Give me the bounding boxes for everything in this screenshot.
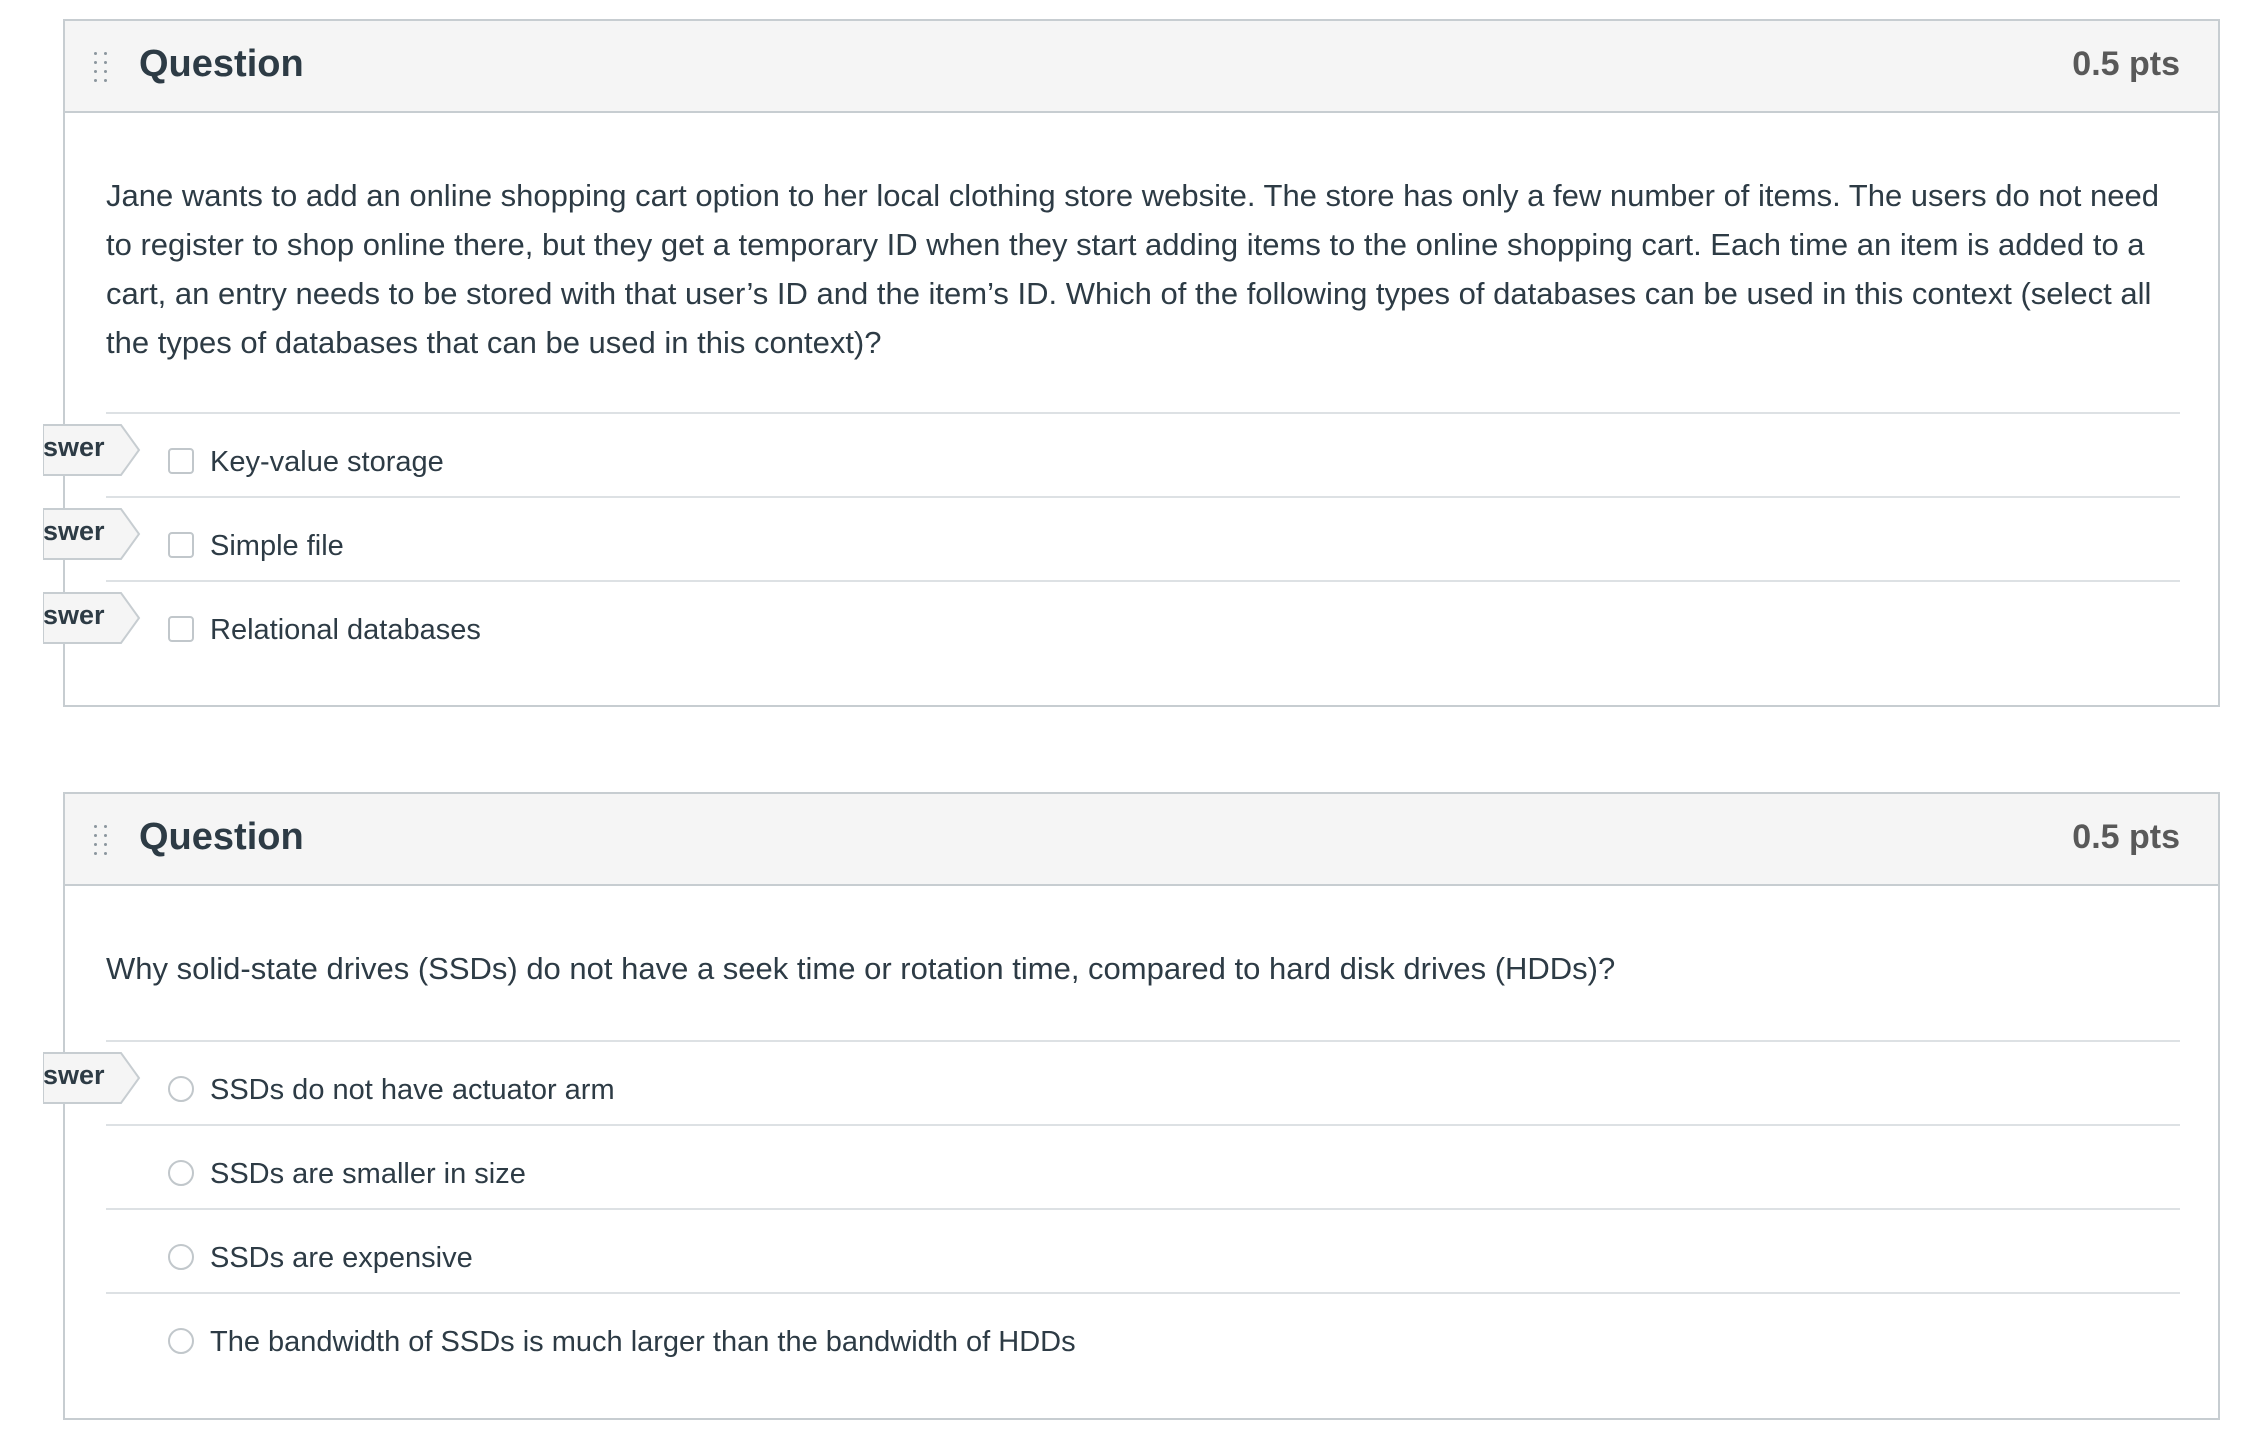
radio-icon[interactable] <box>168 1160 194 1186</box>
answer-label: SSDs are expensive <box>210 1242 473 1274</box>
answer-flag: swer <box>43 424 141 476</box>
answer-label: SSDs do not have actuator arm <box>210 1074 615 1106</box>
drag-handle-icon[interactable] <box>93 824 109 858</box>
radio-icon[interactable] <box>168 1244 194 1270</box>
answer-label: SSDs are smaller in size <box>210 1158 526 1190</box>
answer-list: swer SSDs do not have actuator arm SSDs … <box>43 1040 2180 1376</box>
answer-label: The bandwidth of SSDs is much larger tha… <box>210 1326 1076 1358</box>
answer-option[interactable]: swer SSDs do not have actuator arm <box>43 1040 2180 1124</box>
answer-flag-label: swer <box>43 600 105 630</box>
answer-flag: swer <box>43 1052 141 1104</box>
question-points: 0.5 pts <box>2072 818 2180 856</box>
question-card: Question 0.5 pts Why solid-state drives … <box>43 792 2220 1420</box>
checkbox-icon[interactable] <box>168 616 194 642</box>
quiz-page: Question 0.5 pts Jane wants to add an on… <box>0 0 2244 1442</box>
answer-option[interactable]: SSDs are expensive <box>106 1208 2180 1292</box>
radio-icon[interactable] <box>168 1076 194 1102</box>
question-text: Why solid-state drives (SSDs) do not hav… <box>106 951 1616 986</box>
question-header: Question 0.5 pts <box>65 794 2218 886</box>
question-text: Jane wants to add an online shopping car… <box>106 178 2159 360</box>
answer-option[interactable]: The bandwidth of SSDs is much larger tha… <box>106 1292 2180 1376</box>
answer-flag-label: swer <box>43 516 105 546</box>
question-header: Question 0.5 pts <box>65 21 2218 113</box>
question-title: Question <box>139 43 304 85</box>
answer-flag: swer <box>43 592 141 644</box>
drag-handle-icon[interactable] <box>93 51 109 85</box>
checkbox-icon[interactable] <box>168 448 194 474</box>
checkbox-icon[interactable] <box>168 532 194 558</box>
question-card: Question 0.5 pts Jane wants to add an on… <box>43 19 2220 707</box>
answer-flag-label: swer <box>43 432 105 462</box>
answer-option[interactable]: swer Relational databases <box>43 580 2180 664</box>
answer-option[interactable]: SSDs are smaller in size <box>106 1124 2180 1208</box>
answer-list: swer Key-value storage swer Simple file <box>43 412 2180 664</box>
answer-label: Simple file <box>210 530 344 562</box>
question-points: 0.5 pts <box>2072 45 2180 83</box>
answer-option[interactable]: swer Key-value storage <box>43 412 2180 496</box>
answer-flag: swer <box>43 508 141 560</box>
question-title: Question <box>139 816 304 858</box>
answer-option[interactable]: swer Simple file <box>43 496 2180 580</box>
radio-icon[interactable] <box>168 1328 194 1354</box>
answer-flag-label: swer <box>43 1060 105 1090</box>
answer-label: Key-value storage <box>210 446 444 478</box>
answer-label: Relational databases <box>210 614 481 646</box>
